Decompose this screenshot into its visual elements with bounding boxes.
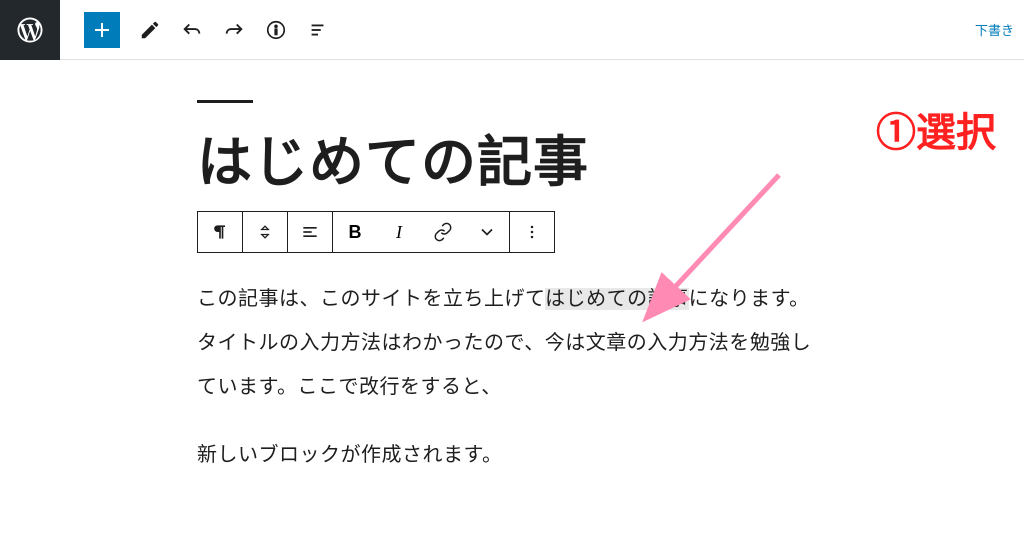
paragraph-block-2[interactable]: 新しいブロックが作成されます。 (197, 433, 827, 477)
move-block-button[interactable] (243, 212, 287, 252)
edit-mode-button[interactable] (138, 18, 162, 42)
separator-block[interactable] (197, 100, 253, 103)
redo-icon (223, 19, 245, 41)
pencil-icon (139, 19, 161, 41)
bold-button[interactable]: B (333, 212, 377, 252)
add-block-button[interactable] (84, 12, 120, 48)
editor-canvas: はじめての記事 B I (0, 60, 1024, 501)
align-button[interactable] (288, 212, 332, 252)
plus-icon (90, 18, 114, 42)
info-icon (265, 19, 287, 41)
more-formatting-button[interactable] (465, 212, 509, 252)
italic-button[interactable]: I (377, 212, 421, 252)
editor-top-bar: 下書き (0, 0, 1024, 60)
paragraph-type-button[interactable] (198, 212, 242, 252)
save-draft-link[interactable]: 下書き (975, 20, 1024, 39)
block-toolbar: B I (197, 211, 555, 253)
link-icon (433, 222, 453, 242)
info-button[interactable] (264, 18, 288, 42)
list-icon (307, 19, 329, 41)
toolbar-left-group (60, 12, 330, 48)
redo-button[interactable] (222, 18, 246, 42)
chevron-down-icon (477, 222, 497, 242)
pilcrow-icon (210, 222, 230, 242)
move-updown-icon (255, 222, 275, 242)
more-options-button[interactable] (510, 212, 554, 252)
outline-button[interactable] (306, 18, 330, 42)
wordpress-logo[interactable] (0, 0, 60, 60)
selected-text: はじめての記事 (545, 288, 689, 310)
paragraph-1-before: この記事は、このサイトを立ち上げて (197, 288, 545, 310)
post-content: はじめての記事 B I (197, 100, 827, 501)
paragraph-block-1[interactable]: この記事は、このサイトを立ち上げてはじめての記事になります。タイトルの入力方法は… (197, 277, 827, 409)
post-title[interactable]: はじめての記事 (197, 129, 827, 195)
link-button[interactable] (421, 212, 465, 252)
wordpress-icon (15, 15, 45, 45)
align-left-icon (300, 222, 320, 242)
undo-button[interactable] (180, 18, 204, 42)
kebab-icon (522, 222, 542, 242)
undo-icon (181, 19, 203, 41)
